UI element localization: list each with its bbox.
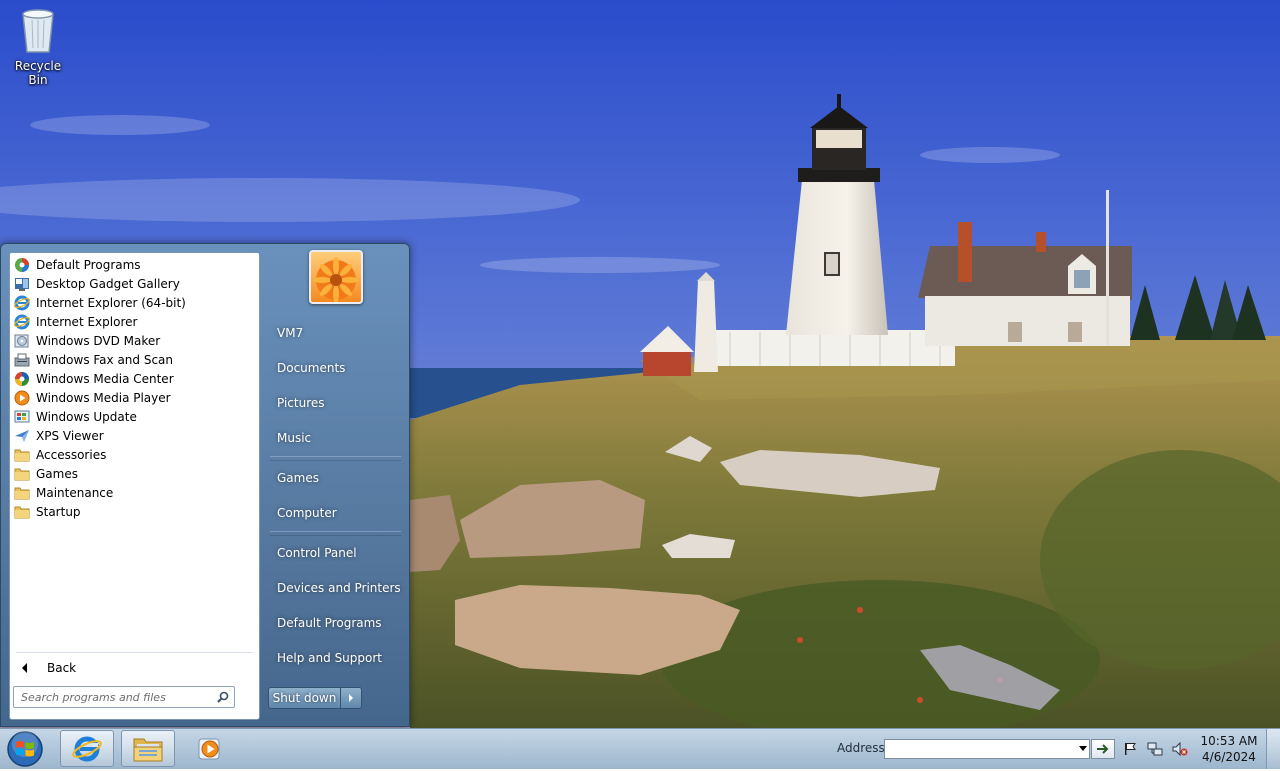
- program-folder-accessories[interactable]: Accessories: [12, 445, 257, 464]
- go-arrow-icon: [1097, 744, 1109, 754]
- windows-logo-icon: [7, 731, 43, 767]
- place-control-panel[interactable]: Control Panel: [262, 536, 409, 571]
- program-label: Accessories: [36, 447, 107, 462]
- network-icon[interactable]: [1147, 741, 1163, 757]
- folder-icon: [133, 738, 163, 761]
- program-label: Default Programs: [36, 257, 141, 272]
- start-places-list: VM7 Documents Pictures Music Games Compu…: [262, 316, 409, 676]
- address-input[interactable]: [885, 741, 1077, 757]
- program-folder-games[interactable]: Games: [12, 464, 257, 483]
- program-windows-dvd-maker[interactable]: Windows DVD Maker: [12, 331, 257, 350]
- program-label: Windows DVD Maker: [36, 333, 161, 348]
- clock-date: 4/6/2024: [1202, 750, 1256, 764]
- program-windows-update[interactable]: Windows Update: [12, 407, 257, 426]
- folder-icon: [14, 466, 30, 482]
- taskbar: Address 10:53 AM 4/6/2024: [0, 728, 1280, 769]
- internet-explorer-icon: [14, 314, 30, 330]
- taskbar-windows-explorer-button[interactable]: [121, 730, 175, 767]
- start-search-area: [0, 674, 244, 712]
- program-xps-viewer[interactable]: XPS Viewer: [12, 426, 257, 445]
- internet-explorer-icon: [72, 736, 102, 761]
- program-internet-explorer[interactable]: Internet Explorer: [12, 312, 257, 331]
- program-desktop-gadget-gallery[interactable]: Desktop Gadget Gallery: [12, 274, 257, 293]
- program-label: Startup: [36, 504, 81, 519]
- place-help-and-support[interactable]: Help and Support: [262, 641, 409, 676]
- show-desktop-button[interactable]: [1266, 729, 1280, 769]
- place-pictures[interactable]: Pictures: [262, 386, 409, 421]
- back-label: Back: [47, 661, 77, 675]
- program-label: Internet Explorer: [36, 314, 138, 329]
- start-menu: Default Programs Desktop Gadget Gallery …: [0, 243, 410, 727]
- folder-icon: [14, 504, 30, 520]
- search-input[interactable]: [21, 690, 206, 704]
- program-label: Maintenance: [36, 485, 114, 500]
- gadget-gallery-icon: [14, 276, 30, 292]
- clock-time: 10:53 AM: [1200, 734, 1258, 748]
- start-search-box[interactable]: [13, 686, 235, 708]
- action-center-flag-icon[interactable]: [1122, 741, 1138, 757]
- media-center-icon: [14, 371, 30, 387]
- all-programs-list: Default Programs Desktop Gadget Gallery …: [12, 255, 257, 521]
- program-label: Games: [36, 466, 78, 481]
- program-label: Internet Explorer (64-bit): [36, 295, 186, 310]
- shutdown-options-button[interactable]: [340, 688, 361, 708]
- dvd-maker-icon: [14, 333, 30, 349]
- program-folder-startup[interactable]: Startup: [12, 502, 257, 521]
- program-label: Windows Media Player: [36, 390, 171, 405]
- chevron-down-icon[interactable]: [1079, 746, 1087, 751]
- program-internet-explorer-64[interactable]: Internet Explorer (64-bit): [12, 293, 257, 312]
- address-go-button[interactable]: [1091, 739, 1115, 759]
- program-folder-maintenance[interactable]: Maintenance: [12, 483, 257, 502]
- xps-viewer-icon: [14, 428, 30, 444]
- place-devices-and-printers[interactable]: Devices and Printers: [262, 571, 409, 606]
- program-label: Desktop Gadget Gallery: [36, 276, 180, 291]
- place-default-programs[interactable]: Default Programs: [262, 606, 409, 641]
- program-label: XPS Viewer: [36, 428, 104, 443]
- start-menu-programs-pane: Default Programs Desktop Gadget Gallery …: [9, 252, 260, 720]
- media-player-icon: [198, 738, 220, 760]
- place-computer[interactable]: Computer: [262, 496, 409, 531]
- back-arrow-icon: [22, 663, 27, 673]
- program-default-programs[interactable]: Default Programs: [12, 255, 257, 274]
- shutdown-button[interactable]: Shut down: [269, 688, 340, 708]
- start-menu-places-pane: VM7 Documents Pictures Music Games Compu…: [262, 244, 409, 728]
- user-picture-avatar[interactable]: [309, 250, 363, 304]
- media-player-icon: [14, 390, 30, 406]
- program-label: Windows Media Center: [36, 371, 174, 386]
- place-music[interactable]: Music: [262, 421, 409, 456]
- start-button[interactable]: [6, 730, 44, 768]
- volume-muted-icon[interactable]: [1172, 741, 1188, 757]
- search-icon[interactable]: [217, 691, 229, 706]
- program-windows-fax-and-scan[interactable]: Windows Fax and Scan: [12, 350, 257, 369]
- place-documents[interactable]: Documents: [262, 351, 409, 386]
- system-clock[interactable]: 10:53 AM 4/6/2024: [1196, 733, 1262, 765]
- program-label: Windows Fax and Scan: [36, 352, 174, 367]
- folder-icon: [14, 485, 30, 501]
- recycle-bin-icon: [18, 9, 58, 57]
- default-programs-icon: [14, 257, 30, 273]
- taskbar-internet-explorer-button[interactable]: [60, 730, 114, 767]
- program-label: Windows Update: [36, 409, 137, 424]
- program-windows-media-player[interactable]: Windows Media Player: [12, 388, 257, 407]
- fax-scan-icon: [14, 352, 30, 368]
- desktop-icon-label: Recycle Bin: [14, 59, 62, 87]
- place-games[interactable]: Games: [262, 461, 409, 496]
- back-separator: [16, 652, 253, 653]
- windows-update-icon: [14, 409, 30, 425]
- taskbar-windows-media-player-button[interactable]: [196, 735, 224, 763]
- chevron-right-icon: [349, 694, 353, 702]
- place-user-vm7[interactable]: VM7: [262, 316, 409, 351]
- internet-explorer-icon: [14, 295, 30, 311]
- address-toolbar-label: Address: [837, 741, 885, 755]
- program-windows-media-center[interactable]: Windows Media Center: [12, 369, 257, 388]
- folder-icon: [14, 447, 30, 463]
- address-toolbar-box[interactable]: [884, 739, 1090, 759]
- shutdown-button-group: Shut down: [268, 687, 362, 709]
- desktop-icon-recycle-bin[interactable]: Recycle Bin: [4, 6, 72, 87]
